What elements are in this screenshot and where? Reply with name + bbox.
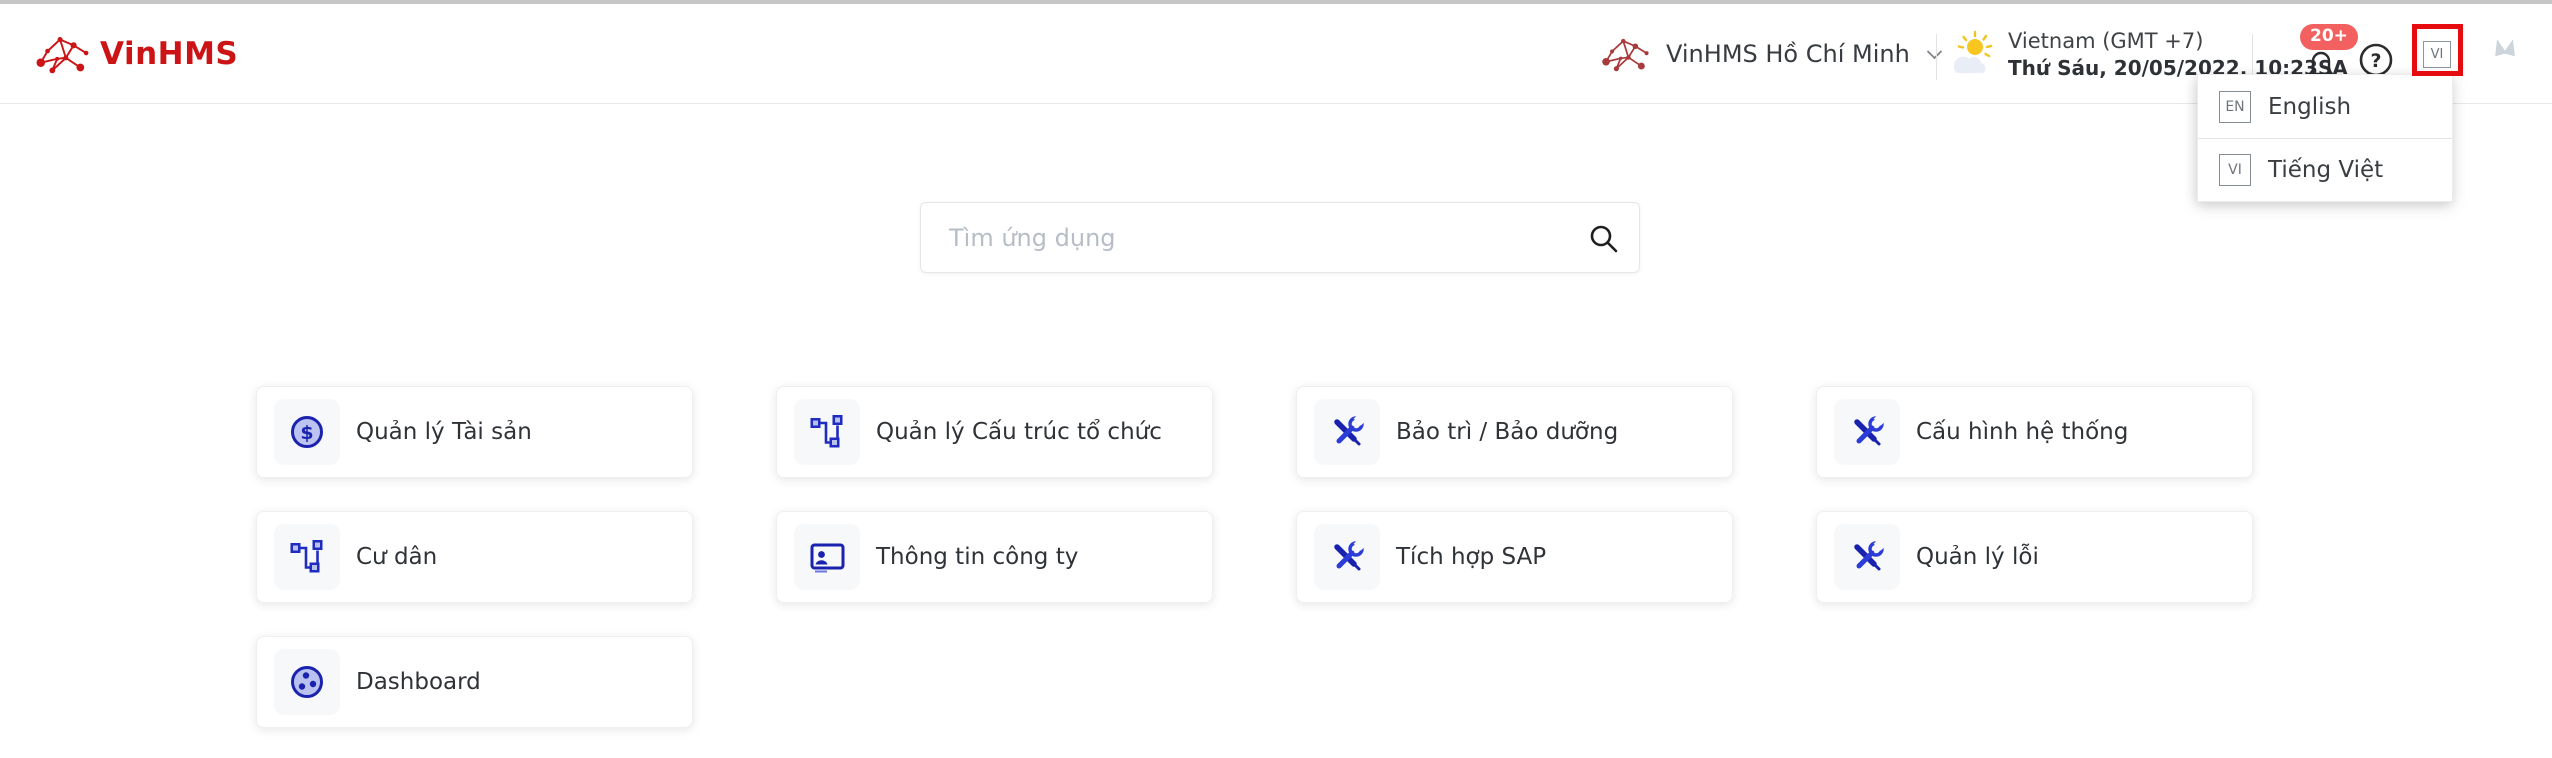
app-grid: $ Quản lý Tài sản Quản lý Cấu trú [256, 386, 2253, 728]
language-label: Tiếng Việt [2268, 157, 2383, 183]
search-icon[interactable] [1588, 223, 1619, 254]
notification-badge: 20+ [2300, 24, 2358, 50]
language-menu-item-vietnamese[interactable]: VI Tiếng Việt [2198, 138, 2452, 201]
brand: VinHMS [34, 4, 238, 104]
top-header: VinHMS [0, 4, 2552, 104]
app-card-label: Dashboard [356, 669, 481, 695]
app-card-label: Thông tin công ty [876, 544, 1078, 570]
user-avatar[interactable] [2479, 29, 2531, 81]
language-code-badge: EN [2219, 91, 2251, 123]
org-selector-label: VinHMS Hồ Chí Minh [1666, 40, 1910, 68]
app-card-label: Quản lý Cấu trúc tổ chức [876, 419, 1162, 445]
tools-icon [1834, 524, 1900, 590]
dollar-glyph: $ [300, 422, 313, 444]
language-label: English [2268, 94, 2351, 120]
weather-icon [1946, 30, 1996, 80]
language-button[interactable]: VI [2423, 41, 2451, 68]
app-card-label: Tích hợp SAP [1396, 544, 1546, 570]
app-card-label: Cư dân [356, 544, 437, 570]
language-menu: EN English VI Tiếng Việt [2197, 74, 2453, 202]
app-launcher-screen: VinHMS [0, 0, 2552, 758]
app-card-maintenance[interactable]: Bảo trì / Bảo dưỡng [1296, 386, 1733, 478]
vinhms-network-logo-icon [34, 32, 90, 76]
header-divider [1936, 34, 1937, 80]
tools-icon [1834, 399, 1900, 465]
dashboard-icon [274, 649, 340, 715]
dollar-circle-icon: $ [274, 399, 340, 465]
app-card-label: Cấu hình hệ thống [1916, 419, 2128, 445]
app-card-dashboard[interactable]: Dashboard [256, 636, 693, 728]
app-card-error-management[interactable]: Quản lý lỗi [1816, 511, 2253, 603]
app-card-asset-management[interactable]: $ Quản lý Tài sản [256, 386, 693, 478]
app-card-company-info[interactable]: Thông tin công ty [776, 511, 1213, 603]
brand-name: VinHMS [100, 36, 238, 72]
app-card-residents[interactable]: Cư dân [256, 511, 693, 603]
language-code-badge: VI [2219, 154, 2251, 186]
app-card-label: Quản lý Tài sản [356, 419, 532, 445]
tools-icon [1314, 524, 1380, 590]
app-card-sap-integration[interactable]: Tích hợp SAP [1296, 511, 1733, 603]
language-menu-item-english[interactable]: EN English [2198, 75, 2452, 138]
app-card-label: Bảo trì / Bảo dưỡng [1396, 419, 1618, 445]
help-button[interactable]: ? [2358, 42, 2394, 78]
org-logo-icon [1600, 35, 1650, 73]
tools-icon [1314, 399, 1380, 465]
question-mark-glyph: ? [2370, 50, 2381, 72]
app-search [920, 202, 1640, 273]
search-input[interactable] [921, 203, 1639, 272]
org-structure-icon [274, 524, 340, 590]
chevron-down-icon [1926, 49, 1943, 60]
app-card-label: Quản lý lỗi [1916, 544, 2039, 570]
app-card-org-structure[interactable]: Quản lý Cấu trúc tổ chức [776, 386, 1213, 478]
org-selector[interactable]: VinHMS Hồ Chí Minh [1600, 4, 1943, 104]
contact-card-icon [794, 524, 860, 590]
locale-region: Vietnam (GMT +7) [2008, 28, 2348, 55]
org-structure-icon [794, 399, 860, 465]
app-card-system-config[interactable]: Cấu hình hệ thống [1816, 386, 2253, 478]
